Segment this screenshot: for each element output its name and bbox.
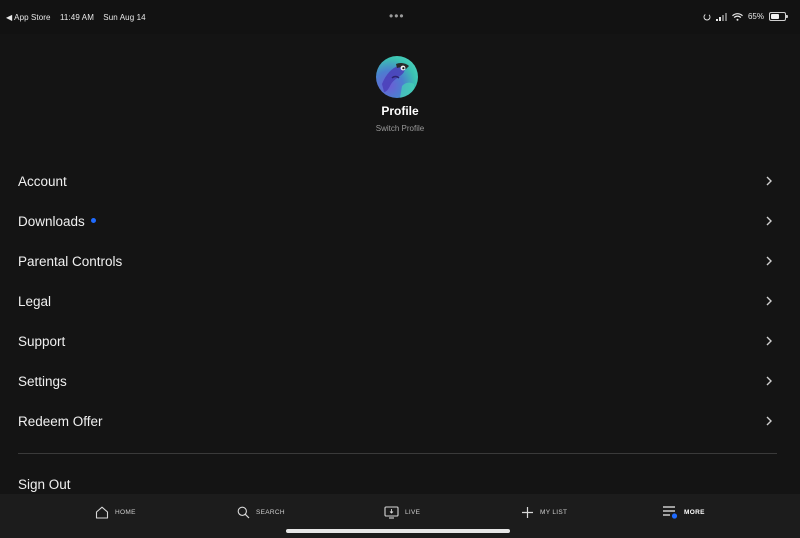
menu-item-parental-controls[interactable]: Parental Controls: [0, 241, 800, 281]
menu-item-legal[interactable]: Legal: [0, 281, 800, 321]
chevron-right-icon: [766, 216, 772, 226]
status-left: ◀ App Store 11:49 AM Sun Aug 14: [6, 13, 153, 22]
switch-profile-link[interactable]: Switch Profile: [0, 124, 800, 133]
menu-item-label: Redeem Offer: [18, 414, 103, 429]
chevron-right-icon: [766, 416, 772, 426]
profile-name: Profile: [381, 104, 419, 118]
menu-item-label: Support: [18, 334, 66, 349]
chevron-right-icon: [766, 336, 772, 346]
tab-label: MY LIST: [540, 508, 568, 516]
status-bar: ◀ App Store 11:49 AM Sun Aug 14 ••• 65%: [0, 0, 800, 34]
menu-item-downloads[interactable]: Downloads: [0, 201, 800, 241]
tab-more[interactable]: MORE: [662, 494, 705, 530]
search-icon: [237, 506, 250, 518]
menu-item-label: Parental Controls: [18, 254, 123, 269]
notification-dot: [90, 217, 96, 223]
profile-avatar[interactable]: [376, 56, 418, 98]
battery-icon: [769, 12, 788, 21]
sign-out-button[interactable]: Sign Out: [18, 477, 71, 492]
status-time: 11:49 AM: [59, 13, 94, 22]
chevron-right-icon: [766, 376, 772, 386]
menu-item-label: Legal: [18, 294, 52, 309]
battery-percent: 65%: [747, 12, 764, 21]
tab-label: MORE: [684, 508, 705, 516]
live-tv-icon: [384, 505, 399, 519]
menu-item-redeem-offer[interactable]: Redeem Offer: [0, 401, 800, 441]
back-to-app-link[interactable]: ◀ App Store: [6, 13, 51, 22]
menu-item-support[interactable]: Support: [0, 321, 800, 361]
status-right: 65%: [703, 12, 788, 21]
battery-fill: [771, 14, 780, 19]
home-icon: [95, 506, 109, 519]
wifi-icon: [732, 12, 743, 21]
home-indicator[interactable]: [286, 529, 510, 533]
menu-divider: [18, 453, 777, 454]
chevron-right-icon: [766, 176, 772, 186]
menu-item-label: Settings: [18, 374, 67, 389]
plus-icon: [522, 506, 533, 518]
more-menu-icon: [663, 506, 678, 519]
chevron-right-icon: [766, 256, 772, 266]
tab-label: SEARCH: [256, 508, 285, 516]
menu-item-label: Downloads: [18, 214, 85, 229]
tab-my-list[interactable]: MY LIST: [521, 494, 567, 530]
menu-item-label-wrap: Downloads: [18, 214, 96, 229]
cellular-signal-icon: [715, 12, 727, 21]
chevron-right-icon: [766, 296, 772, 306]
tab-home[interactable]: HOME: [95, 494, 136, 530]
tab-label: LIVE: [405, 508, 421, 516]
tab-live[interactable]: LIVE: [384, 494, 420, 530]
avatar-character-icon: [382, 62, 414, 98]
status-date: Sun Aug 14: [103, 13, 146, 22]
multitasking-dots-icon[interactable]: •••: [389, 9, 405, 23]
menu-item-account[interactable]: Account: [0, 161, 800, 201]
orientation-lock-icon: [703, 13, 711, 20]
tab-label: HOME: [115, 508, 136, 516]
tab-search[interactable]: SEARCH: [237, 494, 285, 530]
menu-item-settings[interactable]: Settings: [0, 361, 800, 401]
menu-item-label: Account: [18, 174, 67, 189]
